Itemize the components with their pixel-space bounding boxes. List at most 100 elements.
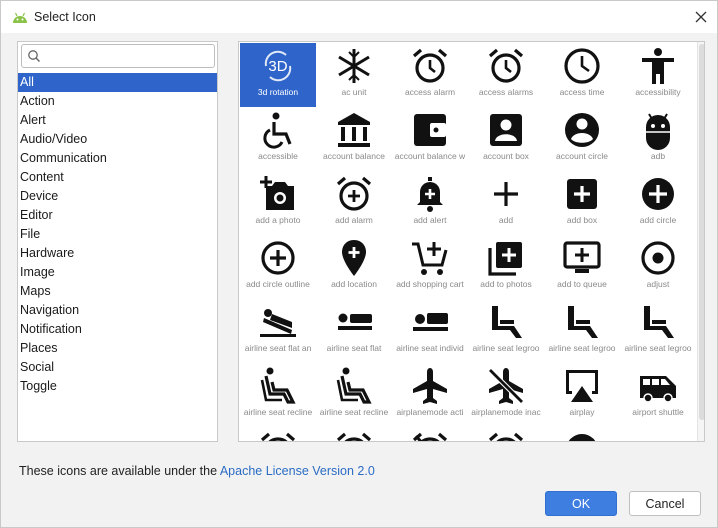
icon-label: account box <box>483 151 529 161</box>
category-item[interactable]: Social <box>18 358 217 377</box>
icon-label: add location <box>331 279 377 289</box>
icon-label: accessibility <box>635 87 681 97</box>
icon-cell[interactable] <box>468 427 544 441</box>
icon-cell[interactable]: add circle <box>620 171 696 235</box>
icon-cell[interactable]: airline seat flat <box>316 299 392 363</box>
icon-label: add box <box>566 215 598 225</box>
category-item[interactable]: Hardware <box>18 244 217 263</box>
category-list: All Action Alert Audio/Video Communication Co… <box>18 73 217 396</box>
icon-cell[interactable]: add circle outline <box>240 235 316 299</box>
icon-cell[interactable]: access alarms <box>468 43 544 107</box>
icon-cell[interactable] <box>620 427 696 441</box>
category-item[interactable]: Navigation <box>18 301 217 320</box>
icon-cell[interactable]: account box <box>468 107 544 171</box>
icon-cell[interactable]: accessibility <box>620 43 696 107</box>
icon-label: add circle outline <box>246 279 310 289</box>
select-icon-dialog: Select Icon All Action Alert Audio/Video Com… <box>0 0 718 528</box>
icon-label: airline seat legroo <box>548 343 616 353</box>
icon-cell[interactable]: access time <box>544 43 620 107</box>
category-item[interactable]: Content <box>18 168 217 187</box>
icon-cell[interactable]: access alarm <box>392 43 468 107</box>
category-item[interactable]: Maps <box>18 282 217 301</box>
icon-label: airline seat legroo <box>624 343 692 353</box>
icon-label: add alert <box>413 215 447 225</box>
icon-label: adb <box>650 151 666 161</box>
category-item[interactable]: All <box>18 73 217 92</box>
category-item[interactable]: Alert <box>18 111 217 130</box>
icon-cell[interactable]: add to queue <box>544 235 620 299</box>
icon-cell[interactable] <box>240 427 316 441</box>
icon-cell[interactable]: add location <box>316 235 392 299</box>
icon-cell[interactable]: account balance w <box>392 107 468 171</box>
icon-cell[interactable]: add box <box>544 171 620 235</box>
ok-button[interactable]: OK <box>545 491 617 516</box>
scrollbar-thumb[interactable] <box>699 44 704 420</box>
category-item[interactable]: Notification <box>18 320 217 339</box>
icon-cell[interactable]: add <box>468 171 544 235</box>
license-link[interactable]: Apache License Version 2.0 <box>220 464 375 478</box>
icon-cell[interactable]: add a photo <box>240 171 316 235</box>
icon-label: airline seat legroo <box>472 343 540 353</box>
title-bar: Select Icon <box>1 1 717 33</box>
icon-cell[interactable]: add to photos <box>468 235 544 299</box>
cancel-button[interactable]: Cancel <box>629 491 701 516</box>
icon-cell[interactable]: airline seat recline <box>316 363 392 427</box>
svg-text:3D: 3D <box>268 58 287 75</box>
icon-label: 3d rotation <box>257 87 299 97</box>
icon-label: airline seat individ <box>396 343 464 353</box>
icon-label: ac unit <box>341 87 367 97</box>
category-item[interactable]: Editor <box>18 206 217 225</box>
icon-label: account balance <box>323 151 385 161</box>
category-item[interactable]: Toggle <box>18 377 217 396</box>
icon-label: airline seat flat <box>326 343 382 353</box>
icon-cell[interactable]: account circle <box>544 107 620 171</box>
icon-cell[interactable]: airline seat flat an <box>240 299 316 363</box>
icon-cell[interactable]: 3D 3d rotation <box>240 43 316 107</box>
category-item[interactable]: File <box>18 225 217 244</box>
dialog-title: Select Icon <box>34 10 96 24</box>
icon-label: adjust <box>646 279 670 289</box>
icon-label: airplay <box>569 407 595 417</box>
icon-cell[interactable]: accessible <box>240 107 316 171</box>
icon-cell[interactable]: ac unit <box>316 43 392 107</box>
icon-label: airplanemode acti <box>396 407 464 417</box>
icon-cell[interactable]: adb <box>620 107 696 171</box>
icon-cell[interactable]: add alarm <box>316 171 392 235</box>
license-note: These icons are available under the Apac… <box>19 464 375 478</box>
icon-label: add <box>498 215 514 225</box>
icon-cell[interactable]: add shopping cart <box>392 235 468 299</box>
icon-cell[interactable] <box>544 427 620 441</box>
icon-label: airplanemode inac <box>471 407 541 417</box>
icon-label: add alarm <box>335 215 373 225</box>
icon-label: airport shuttle <box>632 407 684 417</box>
category-item[interactable]: Device <box>18 187 217 206</box>
icon-cell[interactable]: airline seat recline <box>240 363 316 427</box>
icon-cell[interactable]: add alert <box>392 171 468 235</box>
icon-label: access alarms <box>478 87 534 97</box>
icon-cell[interactable]: airplanemode inac <box>468 363 544 427</box>
vertical-scrollbar[interactable] <box>697 42 704 441</box>
category-item[interactable]: Action <box>18 92 217 111</box>
icon-cell[interactable] <box>316 427 392 441</box>
search-input[interactable] <box>46 47 206 65</box>
icon-label: add to queue <box>557 279 607 289</box>
icon-cell[interactable]: airline seat legroo <box>620 299 696 363</box>
category-item[interactable]: Places <box>18 339 217 358</box>
icon-label: accessible <box>258 151 298 161</box>
icon-label: add to photos <box>480 279 532 289</box>
icon-cell[interactable]: airport shuttle <box>620 363 696 427</box>
icon-cell[interactable]: airline seat legroo <box>468 299 544 363</box>
category-item[interactable]: Image <box>18 263 217 282</box>
icon-cell[interactable]: airplanemode acti <box>392 363 468 427</box>
icon-cell[interactable] <box>392 427 468 441</box>
icon-cell[interactable]: airline seat individ <box>392 299 468 363</box>
icon-grid-panel: 3D 3d rotation ac unit access alarm access a… <box>238 41 705 442</box>
icon-cell[interactable]: adjust <box>620 235 696 299</box>
icon-cell[interactable]: airplay <box>544 363 620 427</box>
icon-cell[interactable]: airline seat legroo <box>544 299 620 363</box>
category-item[interactable]: Audio/Video <box>18 130 217 149</box>
category-item[interactable]: Communication <box>18 149 217 168</box>
close-icon[interactable] <box>689 5 713 29</box>
search-box[interactable] <box>21 44 215 68</box>
icon-cell[interactable]: account balance <box>316 107 392 171</box>
